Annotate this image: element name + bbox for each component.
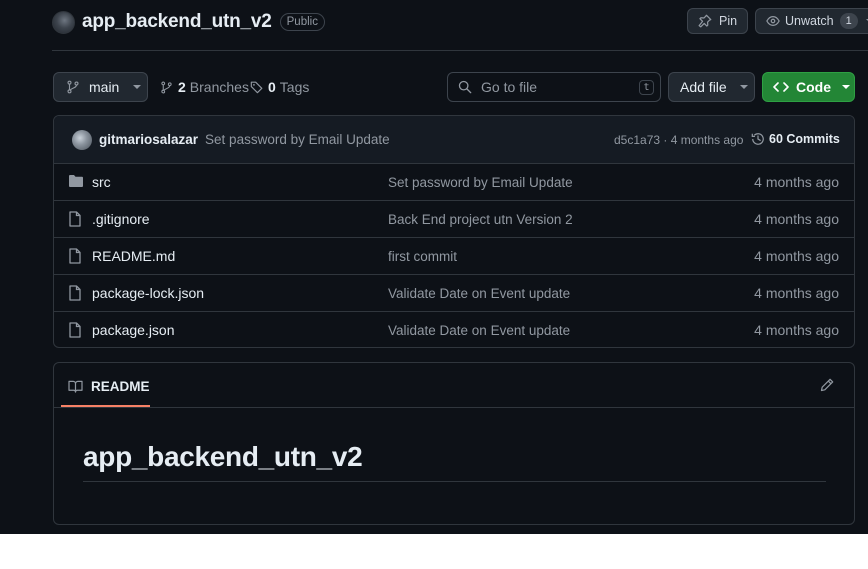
chevron-down-icon <box>133 85 142 89</box>
file-commit-message[interactable]: Validate Date on Event update <box>388 286 570 301</box>
file-commit-message[interactable]: Set password by Email Update <box>388 175 573 190</box>
commits-count-label: 60 Commits <box>769 132 840 146</box>
latest-commit-message[interactable]: Set password by Email Update <box>205 132 390 147</box>
file-icon <box>68 322 82 338</box>
readme-tab[interactable]: README <box>68 379 150 394</box>
pin-label: Pin <box>719 14 738 28</box>
tags-link[interactable]: 0 Tags <box>250 79 309 95</box>
go-to-file-search[interactable]: Go to file t <box>447 72 661 102</box>
add-file-button[interactable]: Add file <box>668 72 755 102</box>
add-file-label: Add file <box>680 79 727 95</box>
readme-tab-label: README <box>91 379 150 394</box>
committer-name[interactable]: gitmariosalazar <box>99 132 198 147</box>
header-divider <box>52 50 868 51</box>
eye-icon <box>766 14 780 28</box>
file-name[interactable]: README.md <box>92 248 175 264</box>
commits-history-link[interactable]: 60 Commits <box>751 132 840 146</box>
history-icon <box>751 132 765 146</box>
committer-avatar[interactable] <box>72 129 92 150</box>
file-icon <box>68 248 82 264</box>
folder-icon <box>68 174 84 188</box>
file-name[interactable]: package.json <box>92 322 175 338</box>
branch-selector[interactable]: main <box>53 72 148 102</box>
file-name[interactable]: .gitignore <box>92 211 150 227</box>
tags-label: Tags <box>279 79 310 95</box>
repo-header: app_backend_utn_v2 Public <box>52 10 325 34</box>
file-name[interactable]: src <box>92 174 111 190</box>
readme-heading-rule <box>83 481 826 482</box>
pin-icon <box>698 14 712 28</box>
code-icon <box>773 80 789 94</box>
readme-divider <box>54 407 854 408</box>
latest-commit-bar: gitmariosalazar Set password by Email Up… <box>54 116 854 164</box>
file-row[interactable]: package-lock.json Validate Date on Event… <box>54 275 854 312</box>
code-button[interactable]: Code <box>762 72 855 102</box>
book-icon <box>68 380 83 393</box>
file-commit-date: 4 months ago <box>754 174 839 190</box>
readme-panel: README app_backend_utn_v2 <box>53 362 855 525</box>
branch-name: main <box>89 79 120 95</box>
file-table: gitmariosalazar Set password by Email Up… <box>53 115 855 348</box>
chevron-down-icon <box>842 85 850 89</box>
file-commit-message[interactable]: Back End project utn Version 2 <box>388 212 573 227</box>
repo-page: app_backend_utn_v2 Public Pin Unwatch 1 … <box>0 0 868 534</box>
file-row[interactable]: src Set password by Email Update 4 month… <box>54 164 854 201</box>
file-row[interactable]: README.md first commit 4 months ago <box>54 238 854 275</box>
pencil-icon[interactable] <box>820 378 834 392</box>
search-icon <box>458 80 472 94</box>
search-shortcut-key: t <box>639 80 654 95</box>
branches-count: 2 <box>178 79 186 95</box>
chevron-down-icon <box>739 85 748 89</box>
tag-icon <box>250 80 264 94</box>
file-commit-date: 4 months ago <box>754 322 839 338</box>
watch-button[interactable]: Unwatch 1 <box>755 8 868 34</box>
watch-count: 1 <box>839 13 858 29</box>
pin-button[interactable]: Pin <box>687 8 748 34</box>
file-commit-date: 4 months ago <box>754 285 839 301</box>
file-commit-message[interactable]: first commit <box>388 249 457 264</box>
branch-icon <box>160 81 173 94</box>
repo-name[interactable]: app_backend_utn_v2 <box>82 11 272 33</box>
file-commit-date: 4 months ago <box>754 211 839 227</box>
file-row[interactable]: .gitignore Back End project utn Version … <box>54 201 854 238</box>
visibility-badge: Public <box>279 13 325 31</box>
file-commit-date: 4 months ago <box>754 248 839 264</box>
commit-hash-date[interactable]: d5c1a73 · 4 months ago <box>614 133 743 147</box>
watch-label: Unwatch <box>785 14 834 28</box>
search-placeholder: Go to file <box>481 79 538 95</box>
file-icon <box>68 211 82 227</box>
file-row[interactable]: package.json Validate Date on Event upda… <box>54 312 854 347</box>
branch-icon <box>66 80 80 94</box>
branches-label: Branches <box>189 79 249 95</box>
tags-count: 0 <box>268 79 276 95</box>
branches-link[interactable]: 2 Branches <box>160 79 249 95</box>
code-label: Code <box>796 79 831 95</box>
owner-avatar[interactable] <box>52 10 75 34</box>
file-name[interactable]: package-lock.json <box>92 285 204 301</box>
file-icon <box>68 285 82 301</box>
readme-heading: app_backend_utn_v2 <box>83 441 363 472</box>
file-commit-message[interactable]: Validate Date on Event update <box>388 323 570 338</box>
